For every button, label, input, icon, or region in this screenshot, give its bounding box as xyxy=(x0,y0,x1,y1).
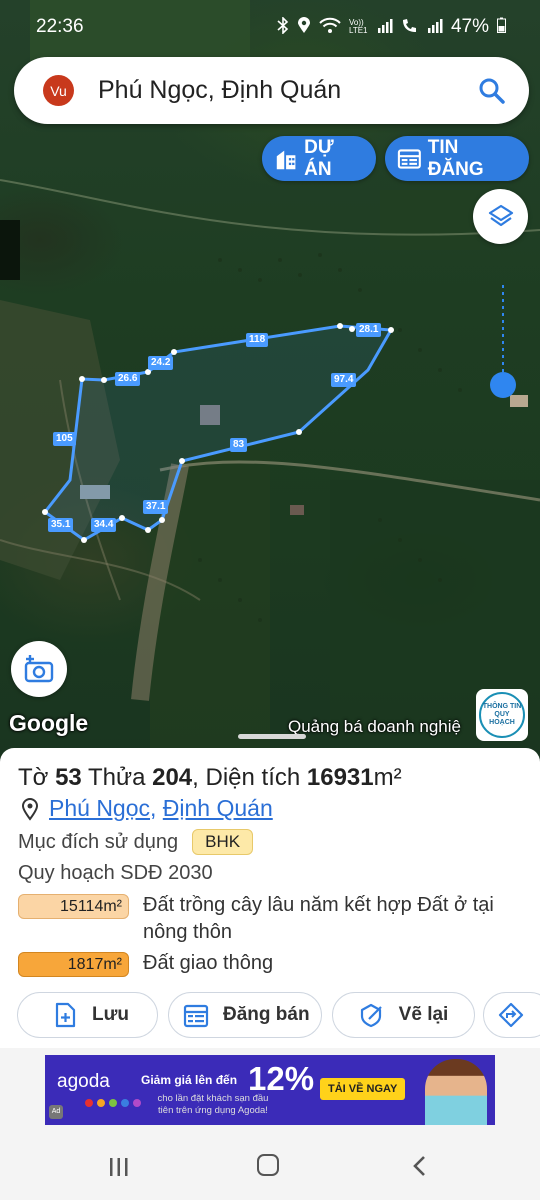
usage-label: Mục đích sử dụng xyxy=(18,830,179,853)
ad-headline: Giảm giá lên đến xyxy=(141,1073,238,1087)
ad-person-image xyxy=(425,1059,487,1125)
calendar-icon xyxy=(183,1004,209,1028)
ward-link[interactable]: Phú Ngọc xyxy=(49,795,150,822)
usage-code-badge: BHK xyxy=(192,829,254,855)
planning-badge-ring: THÔNG TIN QUY HOẠCH xyxy=(479,692,525,738)
post-sale-label: Đăng bán xyxy=(223,1004,310,1025)
sheet-drag-handle[interactable] xyxy=(238,734,306,739)
search-query[interactable]: Phú Ngọc, Định Quán xyxy=(98,76,477,105)
signal-2-icon xyxy=(427,17,443,38)
status-bar: 22:36 Vo)) LTE1 47% xyxy=(0,0,540,52)
plan-item: 15114m² Đất trồng cây lâu năm kết hợp Đấ… xyxy=(18,894,513,946)
edge-label: 105 xyxy=(53,432,76,446)
google-attribution: Google xyxy=(9,710,89,736)
edge-label: 34.4 xyxy=(91,518,117,532)
battery-icon xyxy=(497,17,506,37)
status-time: 22:36 xyxy=(36,16,84,37)
wifi-icon xyxy=(319,17,341,38)
du-an-label: DỰ ÁN xyxy=(304,136,334,180)
ad-dot xyxy=(121,1099,129,1107)
district-link[interactable]: Định Quán xyxy=(163,795,273,822)
planning-badge-line: THÔNG TIN xyxy=(482,703,522,710)
layers-button[interactable] xyxy=(473,189,528,244)
wifi-calling-icon xyxy=(401,17,419,38)
status-icons: Vo)) LTE1 47% xyxy=(277,15,506,38)
back-icon[interactable] xyxy=(410,1154,430,1178)
tin-dang-button[interactable]: TIN ĐĂNG xyxy=(385,136,529,181)
plan-description: Đất trồng cây lâu năm kết hợp Đất ở tại … xyxy=(143,894,494,943)
edge-label: 37.1 xyxy=(143,500,169,514)
search-icon[interactable] xyxy=(477,76,507,106)
layers-icon xyxy=(488,204,513,226)
location-pin-icon xyxy=(21,797,39,821)
signal-icon xyxy=(377,17,393,38)
recents-icon[interactable] xyxy=(108,1156,130,1178)
plan-item: 1817m² Đất giao thông xyxy=(18,952,513,977)
battery-percent: 47% xyxy=(450,16,489,37)
sheet-number: 53 xyxy=(55,764,82,791)
ad-brand-dots xyxy=(85,1099,141,1107)
area-unit: m² xyxy=(373,764,402,791)
agoda-ad-banner[interactable]: agoda Ad Giảm giá lên đến 12% cho lần đặ… xyxy=(45,1055,495,1125)
ad-cta-button[interactable]: TẢI VỀ NGAY xyxy=(320,1078,406,1100)
current-location-marker[interactable] xyxy=(490,372,516,398)
ad-subtext: cho lần đặt khách sạn đầu tiên trên ứng … xyxy=(157,1093,269,1116)
edge-label: 24.2 xyxy=(148,356,174,370)
save-label: Lưu xyxy=(92,1004,129,1025)
ad-dot xyxy=(109,1099,117,1107)
plan-description: Đất giao thông xyxy=(143,952,274,974)
location-separator: , xyxy=(150,795,157,821)
edge-label: 97.4 xyxy=(331,373,357,387)
area-label: , Diện tích xyxy=(192,764,301,791)
edge-label: 28.1 xyxy=(356,323,382,337)
edge-label: 118 xyxy=(246,333,269,347)
map-view[interactable]: 118 28.1 24.2 26.6 97.4 105 83 37.1 35.1… xyxy=(0,0,540,760)
redraw-button[interactable]: Vẽ lại xyxy=(332,992,475,1038)
home-icon[interactable] xyxy=(257,1154,279,1176)
plan-area-chip: 15114m² xyxy=(18,894,129,919)
listing-icon xyxy=(397,148,421,169)
edge-label: 26.6 xyxy=(115,372,141,386)
edge-label: 35.1 xyxy=(48,518,74,532)
avatar[interactable]: Vu xyxy=(43,75,74,106)
planning-badge-line: QUY HOẠCH xyxy=(489,711,515,726)
redraw-pen-icon xyxy=(360,1003,382,1028)
ad-choices-icon[interactable]: Ad xyxy=(49,1105,63,1119)
save-button[interactable]: Lưu xyxy=(17,992,158,1038)
parcel-title: Tờ 53 Thửa 204, Diện tích 16931m² xyxy=(18,764,402,792)
parcel-label: Thửa xyxy=(88,764,146,791)
ad-dot xyxy=(85,1099,93,1107)
building-icon xyxy=(276,150,296,169)
ad-dot xyxy=(97,1099,105,1107)
search-bar[interactable]: Vu Phú Ngọc, Định Quán xyxy=(14,57,529,124)
ad-brand: agoda xyxy=(57,1071,110,1092)
planning-info-button[interactable]: THÔNG TIN QUY HOẠCH xyxy=(476,689,528,741)
location-icon xyxy=(297,16,311,38)
redraw-label: Vẽ lại xyxy=(398,1004,449,1025)
plan-label: Quy hoạch SDĐ 2030 xyxy=(18,862,213,884)
sheet-label: Tờ xyxy=(18,764,49,791)
post-sale-button[interactable]: Đăng bán xyxy=(168,992,322,1038)
ad-dot xyxy=(133,1099,141,1107)
business-promo-text[interactable]: Quảng bá doanh nghiệ xyxy=(288,717,461,737)
edge-label: 83 xyxy=(230,438,248,452)
camera-add-icon xyxy=(24,655,54,683)
directions-icon xyxy=(498,1002,524,1028)
bluetooth-icon xyxy=(277,15,289,38)
area-value: 16931 xyxy=(306,764,374,791)
parcel-location: Phú Ngọc, Định Quán xyxy=(20,795,273,822)
plan-area-chip: 1817m² xyxy=(18,952,129,977)
save-file-icon xyxy=(55,1002,76,1028)
camera-add-button[interactable] xyxy=(11,641,67,697)
volte-icon: Vo)) LTE1 xyxy=(348,18,368,35)
land-usage-row: Mục đích sử dụng BHK xyxy=(18,829,254,855)
directions-button[interactable] xyxy=(483,992,540,1038)
parcel-number: 204 xyxy=(152,764,193,791)
tin-dang-label: TIN ĐĂNG xyxy=(427,136,484,180)
du-an-button[interactable]: DỰ ÁN xyxy=(262,136,376,181)
